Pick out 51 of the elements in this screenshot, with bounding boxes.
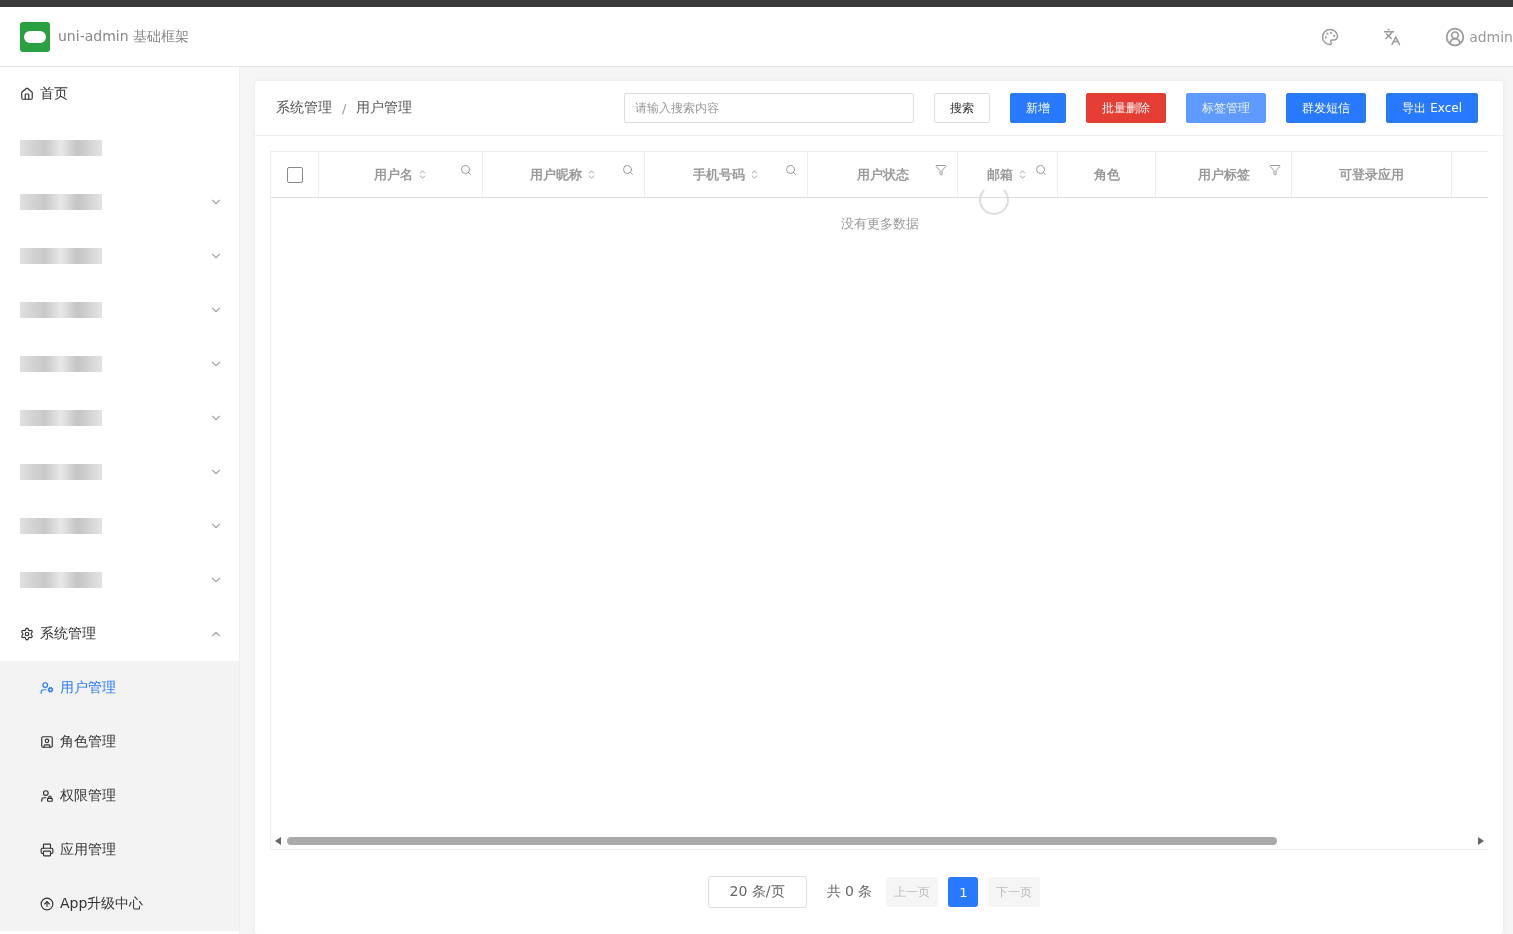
toolbar-button[interactable]: 新增 [1010, 93, 1067, 124]
sidebar-subitem[interactable]: 权限管理 [0, 769, 239, 823]
column-header: 手机号码 [692, 165, 745, 184]
column-header: 用户名 [373, 165, 413, 184]
sidebar-item[interactable]: 系统管理 [0, 607, 239, 661]
column-header: 邮箱 [987, 165, 1013, 184]
breadcrumb-item[interactable]: 系统管理 [276, 99, 332, 118]
sidebar-item[interactable]: 首页 [0, 67, 239, 121]
sidebar-subitem[interactable]: 应用管理 [0, 823, 239, 877]
settings-icon [20, 627, 34, 641]
printer-icon [40, 843, 54, 857]
search-icon[interactable] [1035, 164, 1047, 177]
column-header: 用户标签 [1197, 165, 1250, 184]
toolbar-button[interactable]: 导出 Excel [1386, 93, 1478, 124]
page-size-select[interactable]: 20 条/页 [707, 876, 807, 908]
sidebar-subitem[interactable]: 角色管理 [0, 715, 239, 769]
search-field[interactable]: 请输入搜索内容 [624, 93, 915, 124]
toolbar-button[interactable]: 批量删除 [1086, 93, 1167, 124]
scroll-left-icon[interactable] [275, 837, 281, 845]
select-all-checkbox[interactable] [286, 166, 303, 183]
user-lock-icon [40, 789, 54, 803]
scroll-right-icon[interactable] [1478, 837, 1484, 845]
total-count: 共 0 条 [826, 883, 873, 901]
translate-icon[interactable] [1383, 27, 1402, 46]
column-header: 角色 [1093, 165, 1120, 184]
app-logo [20, 21, 50, 52]
upload-circle-icon [40, 897, 54, 911]
search-icon[interactable] [460, 164, 472, 177]
home-icon [20, 87, 34, 101]
column-header: 可登录应用 [1339, 165, 1404, 184]
filter-icon[interactable] [1269, 164, 1281, 177]
page-number-button[interactable]: 1 [948, 877, 979, 907]
sort-icon[interactable] [586, 169, 597, 181]
breadcrumb-item[interactable]: 用户管理 [356, 99, 413, 118]
breadcrumb-separator: / [342, 100, 347, 116]
id-card-icon [40, 735, 54, 749]
sort-icon[interactable] [1017, 169, 1028, 181]
app-title: uni-admin 基础框架 [58, 27, 190, 46]
toolbar-button[interactable]: 群发短信 [1286, 93, 1367, 124]
palette-icon[interactable] [1321, 27, 1340, 46]
search-icon[interactable] [785, 164, 797, 177]
search-icon[interactable] [622, 164, 634, 177]
user-gear-icon [40, 681, 54, 695]
column-header: 用户状态 [856, 165, 909, 184]
sidebar-subitem[interactable]: App升级中心 [0, 877, 239, 931]
column-header: 用户昵称 [530, 165, 582, 184]
toolbar-button[interactable]: 搜索 [934, 93, 991, 124]
sidebar-subitem[interactable]: 用户管理 [0, 661, 239, 715]
empty-message: 没有更多数据 [839, 215, 920, 234]
filter-icon[interactable] [935, 164, 947, 177]
user-avatar-icon [1445, 26, 1466, 47]
